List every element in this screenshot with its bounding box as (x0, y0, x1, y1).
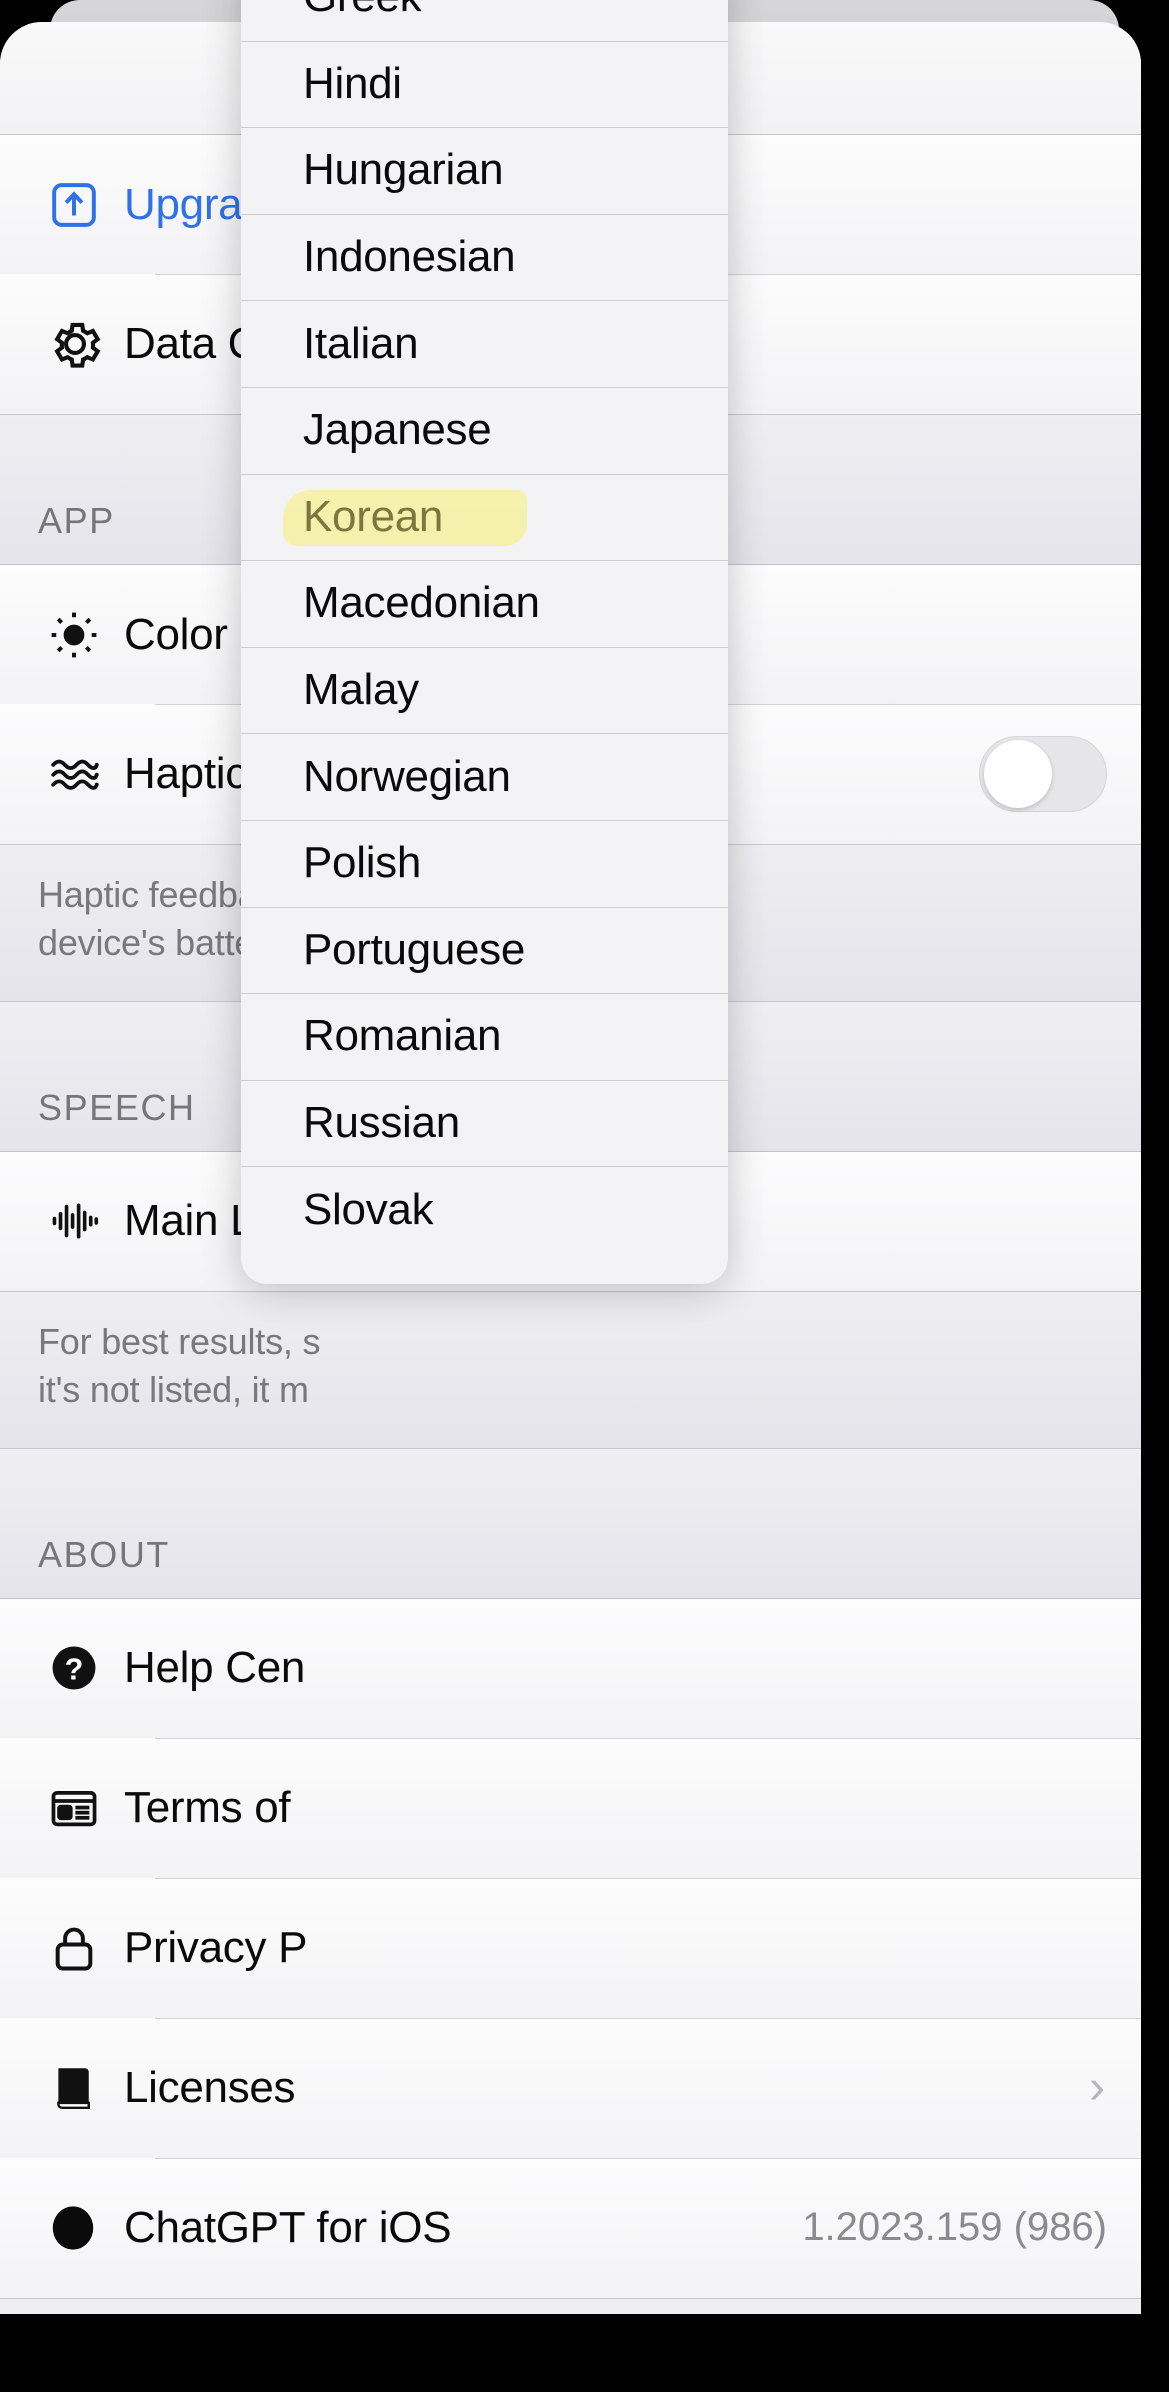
language-option-italian[interactable]: Italian (241, 300, 728, 387)
waves-icon (46, 745, 124, 803)
screen-root: Upgrade Data Con APP Color Sch Haptic Fe… (0, 0, 1169, 2392)
language-option-label: Hungarian (303, 145, 504, 195)
section-title: ABOUT (38, 1533, 171, 1575)
settings-row-label: Licenses (124, 2062, 296, 2112)
section-title: SPEECH (38, 1086, 196, 1128)
language-picker-popover[interactable]: Greek Hindi Hungarian Indonesian Italian… (241, 0, 728, 1284)
language-option-russian[interactable]: Russian (241, 1079, 728, 1167)
language-option-polish[interactable]: Polish (241, 819, 728, 907)
settings-row-label: Terms of (124, 1782, 291, 1832)
settings-row-help-center[interactable]: ? Help Cen (0, 1597, 1141, 1738)
language-option-label: Japanese (303, 405, 492, 455)
language-option-label: Norwegian (303, 751, 511, 801)
language-option-japanese[interactable]: Japanese (241, 386, 728, 474)
language-option-label: Polish (303, 838, 422, 888)
language-option-romanian[interactable]: Romanian (241, 993, 728, 1080)
language-option-norwegian[interactable]: Norwegian (241, 733, 728, 820)
chevron-right-icon: › (1089, 2060, 1105, 2114)
language-option-label: Korean (303, 491, 444, 541)
language-option-list: Greek Hindi Hungarian Indonesian Italian… (241, 0, 728, 1253)
section-header-about: ABOUT (0, 1447, 1141, 1598)
sun-icon (46, 607, 124, 663)
language-option-label: Slovak (303, 1184, 434, 1234)
question-circle-icon: ? (46, 1640, 124, 1696)
document-icon (46, 1780, 124, 1836)
book-icon (46, 2061, 124, 2115)
openai-dot-icon (46, 2201, 124, 2255)
language-option-korean[interactable]: Korean (241, 473, 728, 561)
language-option-portuguese[interactable]: Portuguese (241, 906, 728, 994)
upgrade-box-arrow-up-icon (46, 177, 124, 233)
language-option-indonesian[interactable]: Indonesian (241, 213, 728, 301)
language-option-hindi[interactable]: Hindi (241, 40, 728, 128)
settings-row-label: ChatGPT for iOS (124, 2202, 452, 2252)
settings-row-privacy-policy[interactable]: Privacy P (0, 1877, 1141, 2018)
toggle-knob (984, 740, 1052, 808)
language-option-macedonian[interactable]: Macedonian (241, 560, 728, 647)
settings-row-label: Help Cen (124, 1643, 306, 1692)
waveform-icon (46, 1192, 124, 1250)
settings-row-licenses[interactable]: Licenses › (0, 2017, 1141, 2158)
settings-row-label: Privacy P (124, 1922, 308, 1972)
language-option-greek[interactable]: Greek (241, 0, 728, 41)
app-version-value: 1.2023.159 (986) (802, 2205, 1107, 2249)
language-option-label: Macedonian (303, 578, 540, 628)
settings-row-chatgpt-for-ios: ChatGPT for iOS 1.2023.159 (986) (0, 2157, 1141, 2298)
language-option-label: Portuguese (303, 924, 526, 974)
language-option-hungarian[interactable]: Hungarian (241, 127, 728, 214)
home-indicator[interactable] (449, 2334, 720, 2348)
language-option-label: Italian (303, 318, 419, 368)
settings-row-terms-of-use[interactable]: Terms of (0, 1737, 1141, 1878)
footnote-speech: For best results, s it's not listed, it … (0, 1290, 1141, 1448)
language-option-slovak[interactable]: Slovak (241, 1166, 728, 1253)
section-spacer (0, 2297, 1141, 2314)
language-option-label: Romanian (303, 1011, 502, 1061)
language-option-label: Hindi (303, 58, 402, 108)
haptic-feedback-toggle[interactable] (979, 736, 1107, 812)
language-option-label: Malay (303, 665, 419, 715)
language-option-malay[interactable]: Malay (241, 646, 728, 734)
footnote-text: For best results, s it's not listed, it … (38, 1320, 321, 1410)
language-option-label: Greek (303, 0, 422, 22)
lock-icon (46, 1920, 124, 1976)
svg-text:?: ? (65, 1654, 84, 1687)
section-title: APP (38, 500, 115, 541)
gear-icon (46, 315, 124, 373)
language-option-label: Russian (303, 1098, 460, 1148)
language-option-label: Indonesian (303, 232, 516, 282)
